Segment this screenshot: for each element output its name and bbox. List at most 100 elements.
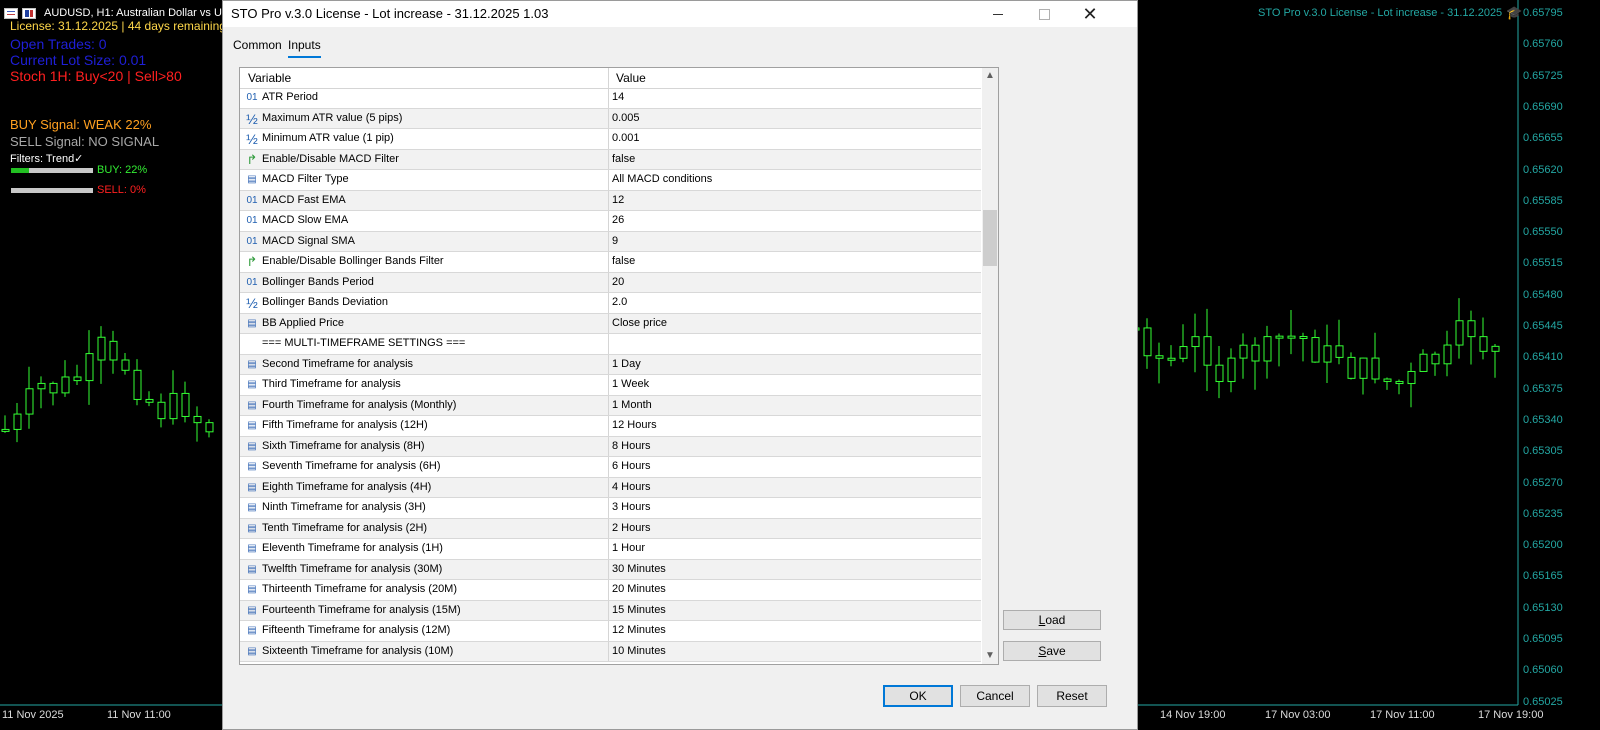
parameter-row[interactable]: 01 MACD Fast EMA 12 xyxy=(240,190,981,211)
candle-body xyxy=(25,388,34,415)
close-icon: ✕ xyxy=(1082,4,1098,24)
maximize-button[interactable] xyxy=(1021,1,1067,27)
chart-symbol-label: AUDUSD, H1: Australian Dollar vs US xyxy=(44,7,230,19)
maximize-icon xyxy=(1038,8,1050,20)
candle-body xyxy=(1335,345,1344,358)
parameter-row[interactable]: ▤ Fourth Timeframe for analysis (Monthly… xyxy=(240,395,981,416)
parameter-value[interactable]: false xyxy=(612,255,635,267)
price-tick-label: 0.65165 xyxy=(1523,570,1563,583)
parameter-row[interactable]: ▤ Third Timeframe for analysis 1 Week xyxy=(240,375,981,396)
parameter-value[interactable]: 12 xyxy=(612,194,624,206)
parameter-row[interactable]: ▤ Fifth Timeframe for analysis (12H) 12 … xyxy=(240,416,981,437)
save-button[interactable]: Save xyxy=(1003,641,1101,661)
parameter-value[interactable]: 20 xyxy=(612,276,624,288)
chart-menu-icon[interactable] xyxy=(4,7,18,19)
column-separator xyxy=(608,457,609,477)
parameter-value[interactable]: 1 Week xyxy=(612,378,649,390)
parameter-value[interactable]: 4 Hours xyxy=(612,481,651,493)
scroll-up-icon[interactable]: ▲ xyxy=(982,68,998,84)
parameter-value[interactable]: 9 xyxy=(612,235,618,247)
parameter-value[interactable]: 6 Hours xyxy=(612,460,651,472)
parameter-value[interactable]: 14 xyxy=(612,91,624,103)
parameter-name: Tenth Timeframe for analysis (2H) xyxy=(262,521,428,534)
parameter-row[interactable]: ▤ Eleventh Timeframe for analysis (1H) 1… xyxy=(240,539,981,560)
load-button[interactable]: Load xyxy=(1003,610,1101,630)
parameter-row[interactable]: ▤ Tenth Timeframe for analysis (2H) 2 Ho… xyxy=(240,518,981,539)
parameter-row[interactable]: ↱ Enable/Disable Bollinger Bands Filter … xyxy=(240,252,981,273)
parameter-value[interactable]: 12 Hours xyxy=(612,419,657,431)
parameter-row[interactable]: ▤ Sixth Timeframe for analysis (8H) 8 Ho… xyxy=(240,436,981,457)
dialog-titlebar[interactable]: STO Pro v.3.0 License - Lot increase - 3… xyxy=(223,1,1137,27)
parameter-row[interactable]: ▤ Ninth Timeframe for analysis (3H) 3 Ho… xyxy=(240,498,981,519)
parameter-value[interactable]: 1 Hour xyxy=(612,542,645,554)
parameter-name: Enable/Disable Bollinger Bands Filter xyxy=(262,255,444,267)
time-tick-label: 11 Nov 2025 xyxy=(2,709,64,721)
parameter-value[interactable]: 1 Month xyxy=(612,399,652,411)
parameter-row[interactable]: ▤ Seventh Timeframe for analysis (6H) 6 … xyxy=(240,457,981,478)
ok-button[interactable]: OK xyxy=(883,685,953,707)
inputs-panel: Variable Value 01 ATR Period 14 ½ Maximu… xyxy=(223,61,1137,721)
parameter-value[interactable]: 3 Hours xyxy=(612,501,651,513)
parameter-value[interactable]: All MACD conditions xyxy=(612,173,712,185)
parameter-row[interactable]: ▤ Fifteenth Timeframe for analysis (12M)… xyxy=(240,621,981,642)
candle-body xyxy=(205,422,214,433)
grid-vertical-scrollbar[interactable]: ▲ ▼ xyxy=(982,68,998,664)
save-button-label: Save xyxy=(1038,644,1066,658)
parameter-row[interactable]: ▤ Fourteenth Timeframe for analysis (15M… xyxy=(240,600,981,621)
parameter-value[interactable]: 1 Day xyxy=(612,358,641,370)
parameter-row[interactable]: 01 MACD Signal SMA 9 xyxy=(240,231,981,252)
cancel-button-label: Cancel xyxy=(976,689,1014,703)
column-header-value[interactable]: Value xyxy=(616,71,646,85)
parameter-row[interactable]: ▤ Thirteenth Timeframe for analysis (20M… xyxy=(240,580,981,601)
parameter-name: Twelfth Timeframe for analysis (30M) xyxy=(262,562,443,575)
parameter-value[interactable]: 0.001 xyxy=(612,132,640,144)
parameter-value[interactable]: 15 Minutes xyxy=(612,604,666,616)
parameter-value[interactable]: 20 Minutes xyxy=(612,583,666,595)
parameter-name: Seventh Timeframe for analysis (6H) xyxy=(262,460,441,472)
parameter-row[interactable]: === MULTI-TIMEFRAME SETTINGS === xyxy=(240,334,981,355)
parameter-value[interactable]: Close price xyxy=(612,317,667,329)
parameter-value[interactable]: 30 Minutes xyxy=(612,563,666,575)
column-separator xyxy=(608,293,609,313)
parameter-value[interactable]: 0.005 xyxy=(612,112,640,124)
candle-body xyxy=(121,359,130,371)
parameter-value[interactable]: 2.0 xyxy=(612,296,627,308)
parameter-row[interactable]: ▤ Twelfth Timeframe for analysis (30M) 3… xyxy=(240,559,981,580)
parameter-row[interactable]: ▤ Eighth Timeframe for analysis (4H) 4 H… xyxy=(240,477,981,498)
parameter-row[interactable]: ½ Maximum ATR value (5 pips) 0.005 xyxy=(240,108,981,129)
reset-button[interactable]: Reset xyxy=(1037,685,1107,707)
scroll-thumb[interactable] xyxy=(983,210,997,266)
parameter-row[interactable]: ▤ BB Applied Price Close price xyxy=(240,313,981,334)
candle-body xyxy=(1395,380,1404,385)
parameter-value[interactable]: false xyxy=(612,153,635,165)
tab-inputs[interactable]: Inputs xyxy=(288,38,321,58)
boolean-icon: ↱ xyxy=(246,151,258,167)
parameter-row[interactable]: 01 MACD Slow EMA 26 xyxy=(240,211,981,232)
expert-advisor-icon[interactable] xyxy=(22,7,36,19)
parameter-value[interactable]: 8 Hours xyxy=(612,440,651,452)
parameter-row[interactable]: 01 Bollinger Bands Period 20 xyxy=(240,272,981,293)
parameter-row[interactable]: 01 ATR Period 14 xyxy=(240,88,981,109)
parameter-value[interactable]: 12 Minutes xyxy=(612,624,666,636)
candle-body xyxy=(157,401,166,420)
parameter-row[interactable]: ▤ Second Timeframe for analysis 1 Day xyxy=(240,354,981,375)
parameter-row[interactable]: ½ Minimum ATR value (1 pip) 0.001 xyxy=(240,129,981,150)
filters-label: Filters: Trend✓ xyxy=(10,153,84,165)
parameter-value[interactable]: 10 Minutes xyxy=(612,645,666,657)
parameter-row[interactable]: ½ Bollinger Bands Deviation 2.0 xyxy=(240,293,981,314)
minimize-button[interactable] xyxy=(975,1,1021,27)
tab-common[interactable]: Common xyxy=(233,38,282,52)
parameter-row[interactable]: ▤ MACD Filter Type All MACD conditions xyxy=(240,170,981,191)
buy-strength-bar xyxy=(11,168,93,173)
parameter-value[interactable]: 2 Hours xyxy=(612,522,651,534)
parameter-row[interactable]: ↱ Enable/Disable MACD Filter false xyxy=(240,149,981,170)
column-separator xyxy=(608,170,609,190)
column-header-variable[interactable]: Variable xyxy=(248,71,291,85)
price-tick-label: 0.65410 xyxy=(1523,351,1563,364)
parameter-row[interactable]: ▤ Sixteenth Timeframe for analysis (10M)… xyxy=(240,641,981,662)
cancel-button[interactable]: Cancel xyxy=(960,685,1030,707)
parameter-value[interactable]: 26 xyxy=(612,214,624,226)
scroll-down-icon[interactable]: ▼ xyxy=(982,648,998,664)
column-separator xyxy=(608,375,609,395)
close-button[interactable]: ✕ xyxy=(1067,1,1113,27)
